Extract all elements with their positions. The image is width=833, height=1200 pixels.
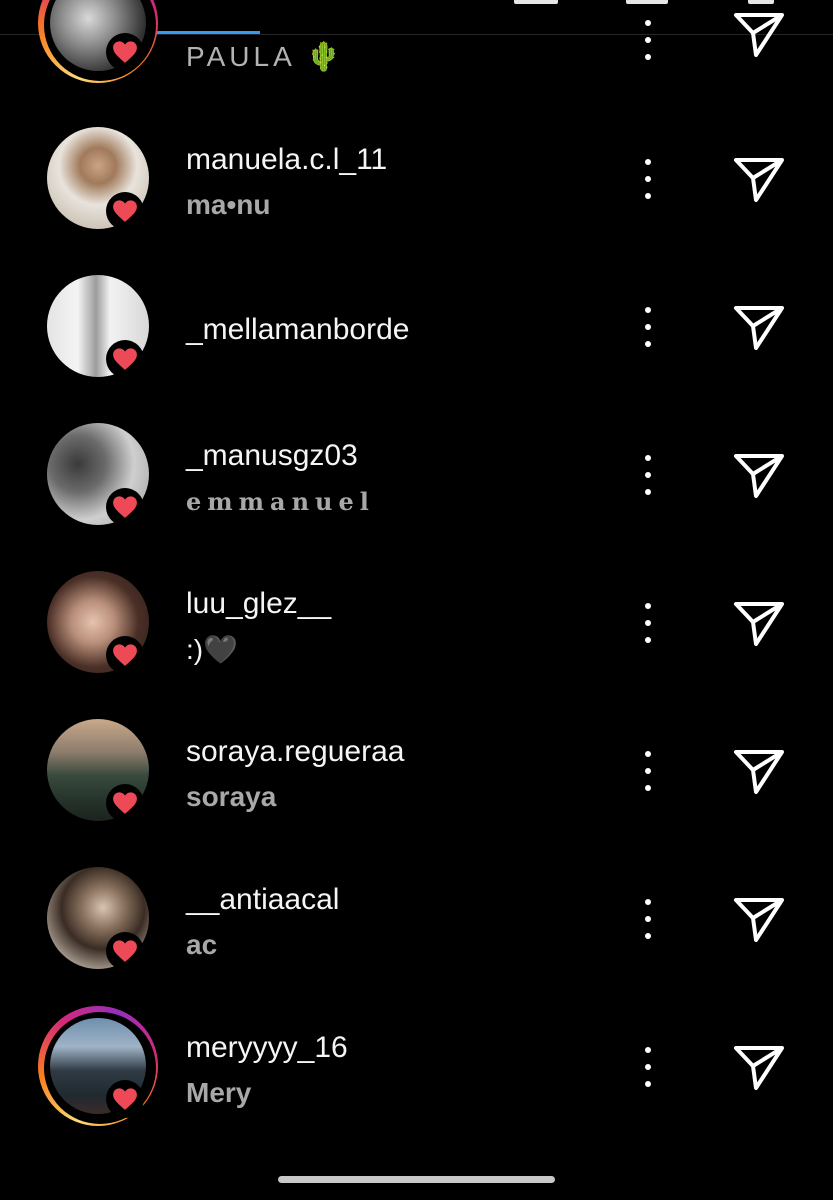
more-options-button[interactable] xyxy=(632,303,664,351)
list-item[interactable]: manuela.c.l_11 ma•nu xyxy=(0,105,833,253)
like-badge xyxy=(106,33,144,71)
more-options-button[interactable] xyxy=(632,451,664,499)
display-name: :)🖤 xyxy=(186,634,238,665)
list-item[interactable]: luu_glez__ :)🖤 xyxy=(0,549,833,697)
list-item[interactable]: _manusgz03 emmanuel xyxy=(0,401,833,549)
avatar[interactable] xyxy=(40,268,160,388)
paper-plane-icon[interactable] xyxy=(728,5,788,61)
like-badge xyxy=(106,340,144,378)
username[interactable]: luu_glez__ xyxy=(186,587,331,621)
username[interactable]: manuela.c.l_11 xyxy=(186,143,387,177)
avatar[interactable] xyxy=(40,712,160,832)
heart-icon xyxy=(113,644,137,666)
like-badge xyxy=(106,488,144,526)
username[interactable]: meryyyy_16 xyxy=(186,1031,348,1065)
display-name: ma•nu xyxy=(186,189,271,220)
avatar[interactable] xyxy=(38,0,160,85)
avatar[interactable] xyxy=(40,564,160,684)
paper-plane-icon[interactable] xyxy=(728,742,788,798)
paper-plane-icon[interactable] xyxy=(728,1038,788,1094)
more-options-button[interactable] xyxy=(632,895,664,943)
more-options-button[interactable] xyxy=(632,599,664,647)
like-badge xyxy=(106,192,144,230)
display-name: emmanuel xyxy=(186,487,375,516)
avatar[interactable] xyxy=(40,860,160,980)
heart-icon xyxy=(113,496,137,518)
more-options-button[interactable] xyxy=(632,747,664,795)
paper-plane-icon[interactable] xyxy=(728,150,788,206)
display-name: Mery xyxy=(186,1077,252,1108)
display-name: soraya xyxy=(186,781,277,812)
avatar[interactable] xyxy=(40,120,160,240)
display-name: PAULA 🌵 xyxy=(186,41,345,72)
list-item[interactable]: _mellamanborde xyxy=(0,253,833,401)
home-indicator[interactable] xyxy=(278,1176,555,1183)
more-options-button[interactable] xyxy=(632,1043,664,1091)
username[interactable]: __antiaacal xyxy=(186,883,339,917)
more-options-button[interactable] xyxy=(632,16,664,64)
list-item[interactable]: __antiaacal ac xyxy=(0,845,833,993)
like-badge xyxy=(106,784,144,822)
like-badge xyxy=(106,1080,144,1118)
heart-icon xyxy=(113,41,137,63)
heart-icon xyxy=(113,348,137,370)
heart-icon xyxy=(113,792,137,814)
heart-icon xyxy=(113,1088,137,1110)
paper-plane-icon[interactable] xyxy=(728,890,788,946)
list-item[interactable]: PAULA 🌵 xyxy=(0,0,833,103)
heart-icon xyxy=(113,200,137,222)
display-name: ac xyxy=(186,929,218,960)
avatar[interactable] xyxy=(40,416,160,536)
like-badge xyxy=(106,636,144,674)
avatar[interactable] xyxy=(38,1006,160,1128)
heart-icon xyxy=(113,940,137,962)
username[interactable]: _mellamanborde xyxy=(186,313,409,347)
username[interactable]: soraya.regueraa xyxy=(186,735,404,769)
list-item[interactable]: soraya.regueraa soraya xyxy=(0,697,833,845)
paper-plane-icon[interactable] xyxy=(728,446,788,502)
paper-plane-icon[interactable] xyxy=(728,298,788,354)
like-badge xyxy=(106,932,144,970)
paper-plane-icon[interactable] xyxy=(728,594,788,650)
list-item[interactable]: meryyyy_16 Mery xyxy=(0,993,833,1141)
username[interactable]: _manusgz03 xyxy=(186,439,358,473)
more-options-button[interactable] xyxy=(632,155,664,203)
